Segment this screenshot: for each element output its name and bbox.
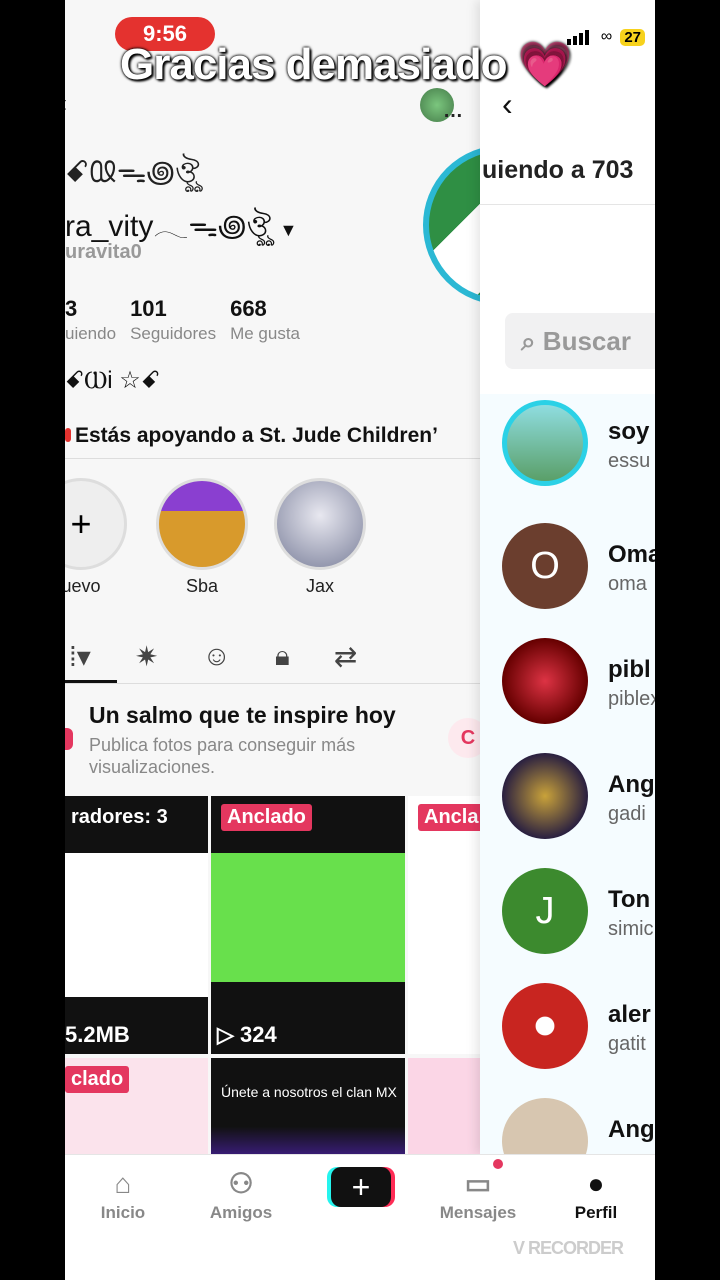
following-row[interactable]: pibl piblex [502,638,655,748]
repost-icon[interactable]: ⇄ [334,640,357,673]
promo-subtitle: Publica fotos para conseguir más visuali… [89,735,356,777]
video-tile[interactable] [408,1058,488,1156]
heart-icon [65,428,71,442]
home-icon: ⌂ [114,1168,132,1199]
link-icon: ∞ [600,28,613,45]
avatar [502,638,588,724]
avatar: O [502,523,588,609]
story-thumb [274,478,366,570]
profile-handle: uravita0 [65,241,142,263]
video-tile[interactable]: clado [65,1058,208,1156]
search-icon: ⌕ [521,326,536,356]
story-thumb [156,478,248,570]
promo-marker [65,728,73,750]
story-new[interactable]: + uevo [65,478,127,597]
notification-dot [493,1159,503,1169]
stat-followers[interactable]: 101 Seguidores [130,296,216,344]
more-icon[interactable]: … [443,100,463,123]
profile-stats: 3 uiendo 101 Seguidores 668 Me gusta [65,296,300,344]
support-banner[interactable]: Estás apoyando a St. Jude Children’ [65,424,438,448]
recorder-watermark: V RECORDER [513,1238,624,1258]
name-decoration: ꗃ𖪙ᯓ꩜ঔৣ [65,156,200,189]
back-icon[interactable]: ‹ [65,90,67,118]
lock-icon[interactable]: 🔒︎ [275,640,290,673]
video-tile[interactable]: Ancla [408,796,488,1054]
avatar [502,753,588,839]
back-icon[interactable]: ‹ [502,86,513,123]
nav-messages[interactable]: ▭ Mensajes [428,1165,528,1223]
stat-likes[interactable]: 668 Me gusta [230,296,300,344]
content-tabs: ⁞▾ ✷ ☺ 🔒︎ ⇄ [65,630,485,682]
video-tile[interactable]: Únete a nosotros el clan MX [211,1058,405,1156]
divider [480,204,655,205]
profile-bio: ꗃⲰi ☆ꗃ [65,367,161,394]
avatar [502,400,588,486]
profile-icon: ● [587,1168,605,1199]
battery-icon: 27 [620,28,645,46]
video-caption: Gracias demasiado 💗 [120,40,573,89]
plus-icon: + [351,1169,371,1205]
video-tile[interactable]: radores: 3 5.2MB [65,796,208,1054]
stage: Gracias demasiado 💗 9:56 ∞ 27 ‹ … ꗃ𖪙ᯓ꩜ঔৣ… [0,0,720,1280]
following-panel: ‹ uiendo a 703 ⌕ Buscar soy essu O Oma o… [480,0,655,1184]
sparkle-icon[interactable]: ✷ [135,640,158,673]
phone-screen: 9:56 ∞ 27 ‹ … ꗃ𖪙ᯓ꩜ঔৣ ra_vity𓂃ᯓ꩜ঔৣ ▼ urav… [65,0,655,1280]
status-icons: ∞ 27 [566,28,645,46]
video-grid: radores: 3 5.2MB Anclado ▷ 324 Ancla cla… [65,796,488,1156]
following-row[interactable]: O Oma oma [502,523,655,633]
divider [65,458,495,459]
following-title: uiendo a 703 [482,156,634,184]
story-sba[interactable]: Sba [156,478,248,597]
plus-icon: + [65,478,127,570]
following-row[interactable]: J Ton simic [502,868,655,978]
sticker-icon[interactable]: ☺ [202,640,231,672]
story-jax[interactable]: Jax [274,478,366,597]
following-row[interactable]: soy essu [502,400,655,510]
search-input[interactable]: ⌕ Buscar [505,313,655,369]
caret-down-icon[interactable]: ▼ [279,220,297,240]
following-row[interactable]: aler gatit [502,983,655,1093]
inbox-icon: ▭ [464,1168,492,1199]
stat-following[interactable]: 3 uiendo [65,296,116,344]
divider [65,683,485,684]
video-tile[interactable]: Anclado ▷ 324 [211,796,405,1054]
grid-icon[interactable]: ⁞▾ [69,640,91,673]
bottom-nav: ⌂ Inicio ⚇ Amigos + ▭ Mensajes ● Perfil [65,1154,655,1280]
friends-icon: ⚇ [228,1168,254,1199]
nav-home[interactable]: ⌂ Inicio [73,1165,173,1223]
avatar [502,983,588,1069]
nav-friends[interactable]: ⚇ Amigos [191,1165,291,1223]
promo-title: Un salmo que te inspire hoy [89,702,396,728]
create-button[interactable]: + [331,1167,391,1207]
following-row[interactable]: Ang gadi [502,753,655,863]
nav-profile[interactable]: ● Perfil [546,1165,646,1223]
avatar: J [502,868,588,954]
